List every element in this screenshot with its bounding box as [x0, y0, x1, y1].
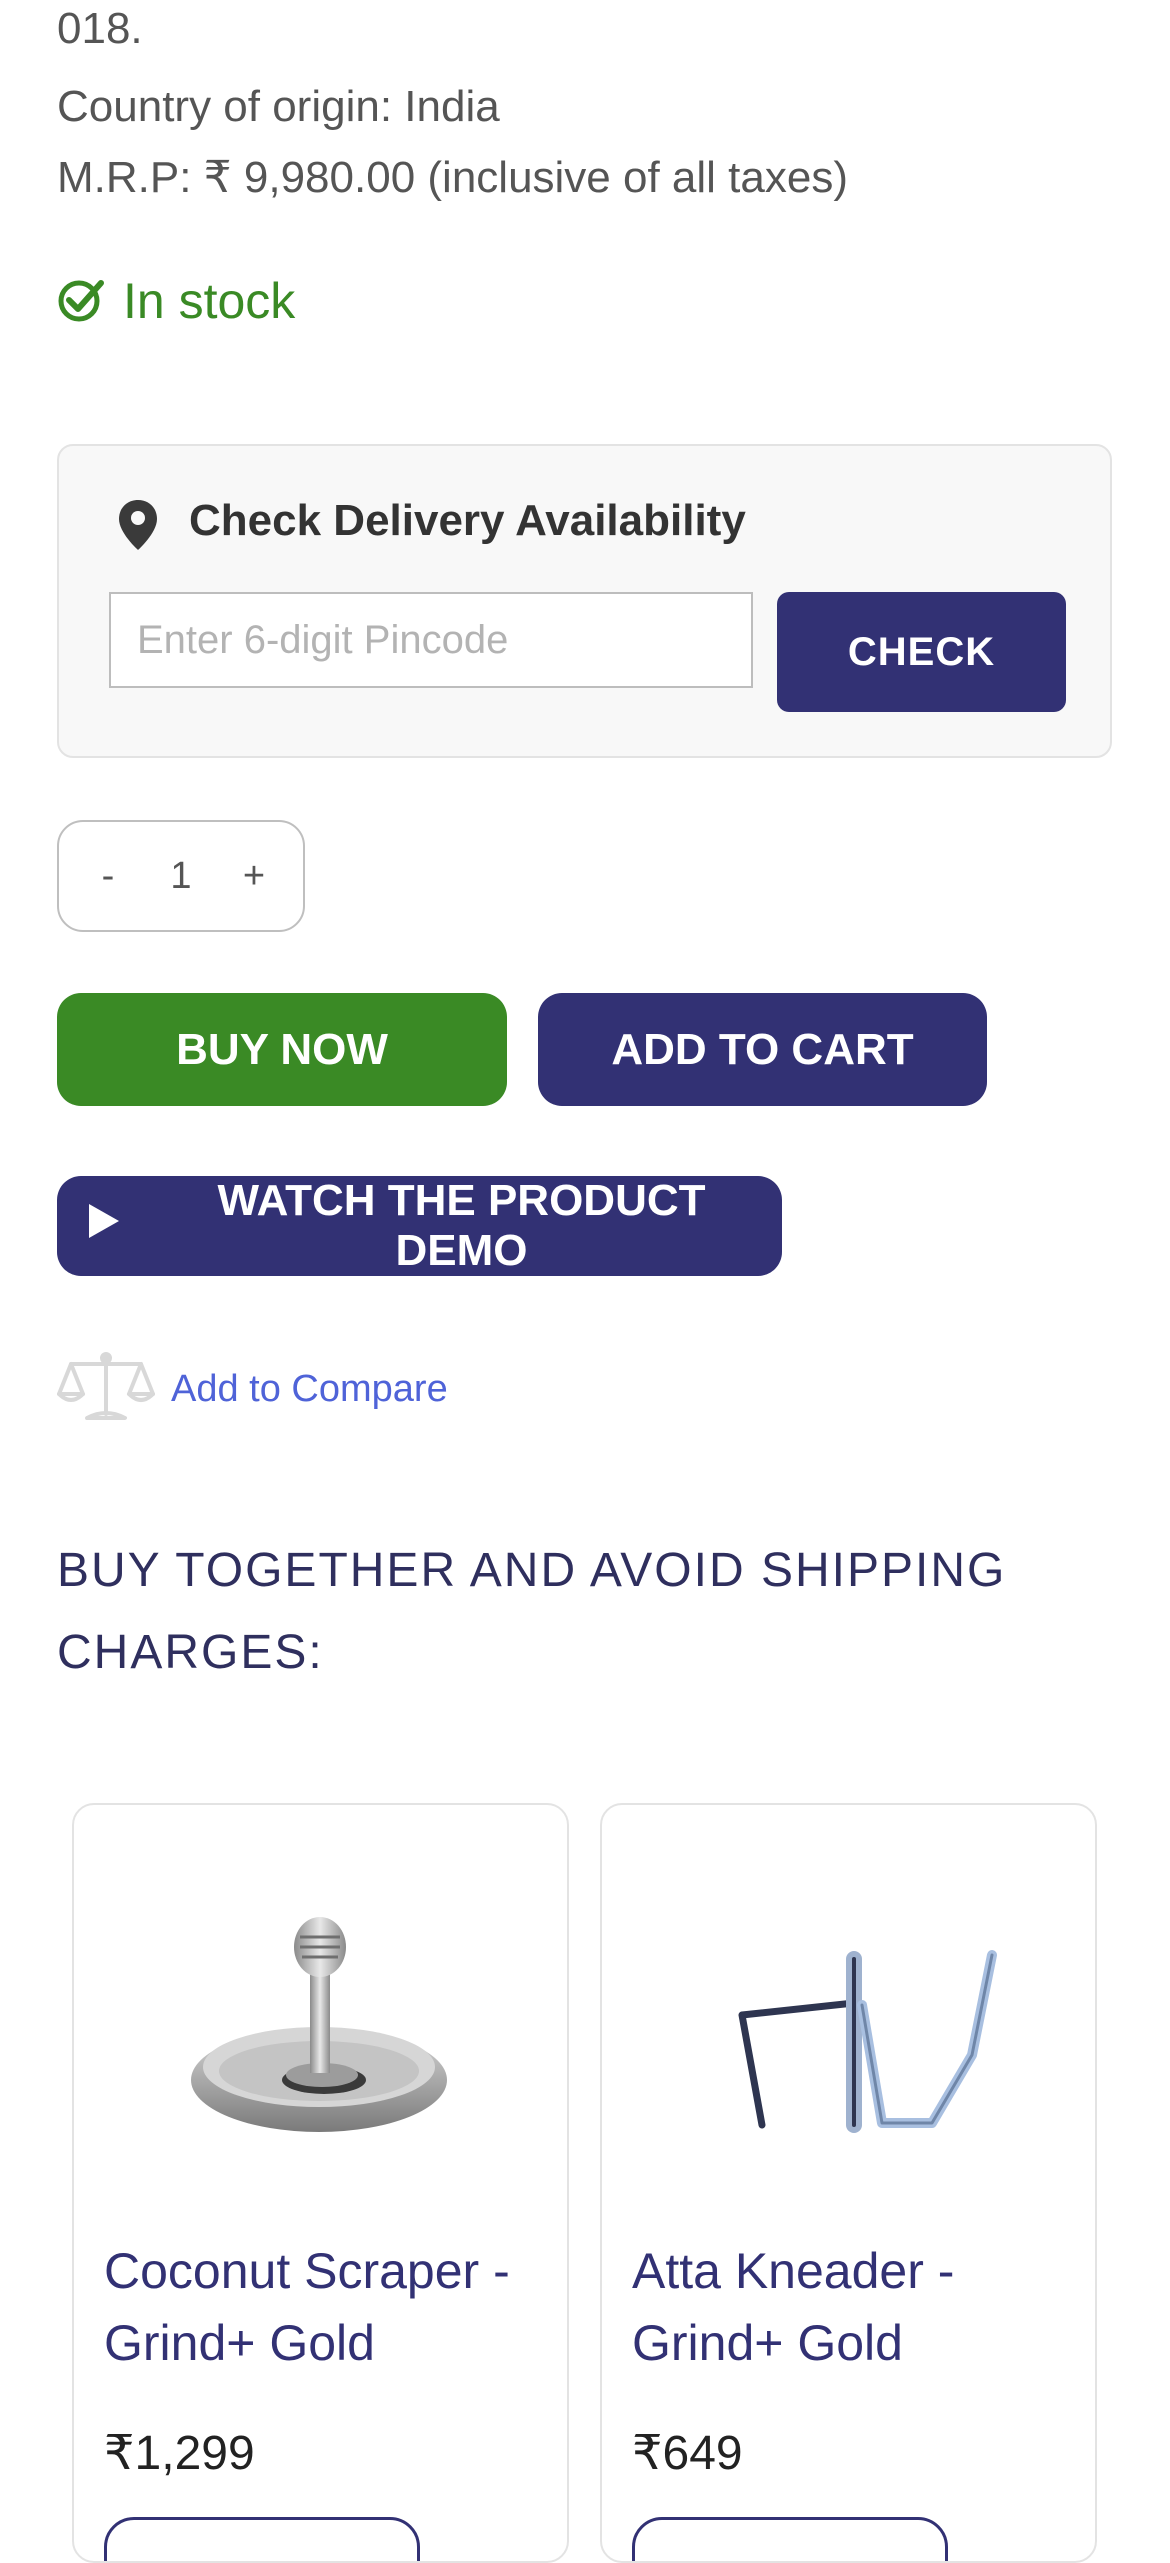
product-price: ₹649 [632, 2427, 743, 2480]
product-card[interactable]: Atta Kneader - Grind+ Gold ₹649 [600, 1803, 1097, 2563]
add-product-button[interactable] [104, 2517, 420, 2561]
address-tail-text: 018. [57, 4, 143, 53]
check-pincode-button[interactable]: CHECK [777, 592, 1066, 712]
watch-demo-button[interactable]: WATCH THE PRODUCT DEMO [57, 1176, 782, 1276]
delivery-availability-panel: Check Delivery Availability CHECK [57, 444, 1112, 758]
quantity-stepper: - 1 + [57, 820, 305, 932]
product-title[interactable]: Coconut Scraper - Grind+ Gold [104, 2235, 544, 2379]
country-of-origin-text: Country of origin: India [57, 82, 500, 131]
buy-now-button[interactable]: BUY NOW [57, 993, 507, 1106]
add-to-cart-button[interactable]: ADD TO CART [538, 993, 987, 1106]
buy-together-heading: BUY TOGETHER AND AVOID SHIPPING CHARGES: [57, 1544, 1007, 1679]
quantity-value[interactable]: 1 [156, 855, 206, 898]
atta-kneader-image[interactable] [642, 1885, 1052, 2145]
stock-label: In stock [123, 273, 296, 329]
coconut-scraper-image[interactable] [114, 1885, 524, 2145]
balance-scale-icon [57, 1350, 155, 1429]
add-to-compare-link[interactable]: Add to Compare [57, 1350, 448, 1429]
mrp-text: M.R.P: ₹ 9,980.00 (inclusive of all taxe… [57, 153, 848, 202]
play-icon [87, 1201, 121, 1251]
quantity-decrease-button[interactable]: - [83, 855, 133, 898]
stock-status: In stock [57, 272, 295, 330]
product-price: ₹1,299 [104, 2427, 255, 2480]
product-card[interactable]: Coconut Scraper - Grind+ Gold ₹1,299 [72, 1803, 569, 2563]
add-product-button[interactable] [632, 2517, 948, 2561]
quantity-increase-button[interactable]: + [229, 855, 279, 898]
pincode-input[interactable] [109, 592, 753, 688]
add-to-compare-label: Add to Compare [171, 1368, 448, 1410]
watch-demo-label: WATCH THE PRODUCT DEMO [217, 1176, 706, 1275]
check-circle-icon [57, 275, 105, 328]
delivery-title: Check Delivery Availability [189, 496, 746, 545]
product-title[interactable]: Atta Kneader - Grind+ Gold [632, 2235, 1072, 2379]
location-pin-icon [117, 498, 159, 557]
